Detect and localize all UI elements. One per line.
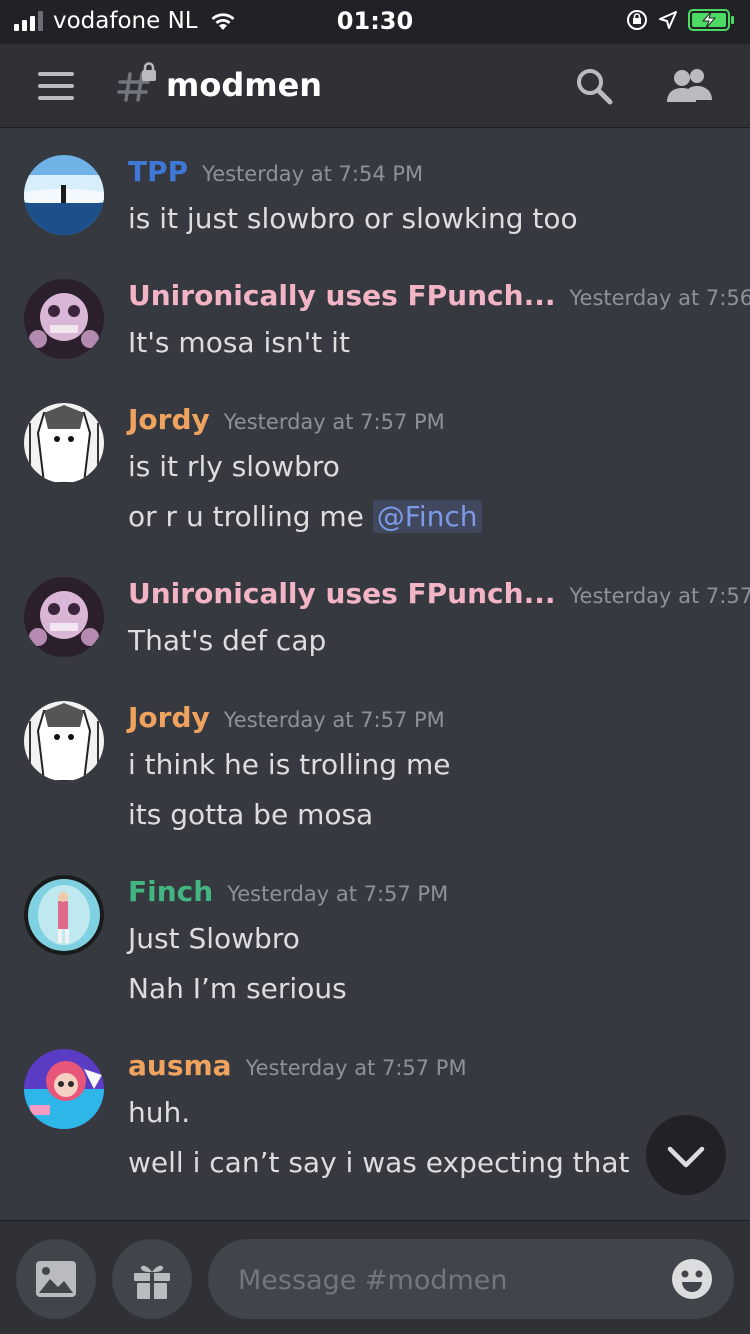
status-right <box>626 8 736 32</box>
message-text: or r u trolling me @Finch <box>128 499 482 535</box>
avatar[interactable] <box>24 577 104 657</box>
location-icon <box>659 11 677 29</box>
user-mention[interactable]: @Finch <box>372 500 482 533</box>
message-header: TPP Yesterday at 7:54 PM <box>128 155 423 195</box>
search-icon[interactable] <box>574 66 614 106</box>
avatar-image <box>24 1049 104 1129</box>
avatar[interactable] <box>24 279 104 359</box>
avatar[interactable] <box>24 403 104 483</box>
message-text: i think he is trolling me <box>128 748 451 781</box>
message-text: well i can’t say i was expecting that <box>128 1146 630 1179</box>
username[interactable]: Finch <box>128 875 213 908</box>
avatar[interactable] <box>24 155 104 235</box>
message-header: Jordy Yesterday at 7:57 PM <box>128 701 445 741</box>
message-text: its gotta be mosa <box>128 798 374 831</box>
status-bar: vodafone NL 01:30 <box>0 0 750 44</box>
avatar[interactable] <box>24 701 104 781</box>
message-text: That's def cap <box>128 624 327 657</box>
message-header: Jordy Yesterday at 7:57 PM <box>128 403 445 443</box>
username[interactable]: ausma <box>128 1049 232 1082</box>
avatar[interactable] <box>24 875 104 955</box>
orientation-lock-icon <box>627 10 647 30</box>
timestamp: Yesterday at 7:57 PM <box>223 410 445 434</box>
username[interactable]: Unironically uses FPunch... <box>128 577 556 610</box>
message-input[interactable] <box>236 1239 660 1321</box>
message-text: is it just slowbro or slowking too <box>128 202 578 235</box>
avatar-image <box>24 155 104 235</box>
message-header: ausma Yesterday at 7:57 PM <box>128 1049 467 1089</box>
message-text: Just Slowbro <box>128 922 300 955</box>
message-text-part: or r u trolling me <box>128 500 373 533</box>
avatar-image <box>24 403 104 483</box>
message-text: Nah I’m serious <box>128 972 347 1005</box>
image-icon <box>36 1261 76 1297</box>
timestamp: Yesterday at 7:57 PM <box>227 882 449 906</box>
message-text: huh. <box>128 1096 191 1129</box>
username[interactable]: Jordy <box>128 701 210 734</box>
avatar-image <box>24 279 104 359</box>
timestamp: Yesterday at 7:54 PM <box>202 162 424 186</box>
avatar-image <box>24 875 104 955</box>
menu-icon[interactable] <box>38 72 74 100</box>
gift-button[interactable] <box>112 1239 192 1319</box>
jump-to-latest-button[interactable] <box>646 1115 726 1195</box>
message-header: Unironically uses FPunch... Yesterday at … <box>128 577 750 617</box>
hash-lock-icon <box>117 62 156 102</box>
message-list[interactable]: TPP Yesterday at 7:54 PM is it just slowb… <box>0 129 750 1219</box>
avatar-image <box>24 701 104 781</box>
attach-image-button[interactable] <box>16 1239 96 1319</box>
message-input-container[interactable] <box>208 1239 734 1321</box>
timestamp: Yesterday at 7:57 PM <box>569 584 750 608</box>
channel-name: modmen <box>166 66 323 104</box>
message-text: is it rly slowbro <box>128 450 340 483</box>
avatar-image <box>24 577 104 657</box>
username[interactable]: Jordy <box>128 403 210 436</box>
timestamp: Yesterday at 7:56 PM <box>569 286 750 310</box>
emoji-icon[interactable] <box>670 1257 714 1301</box>
battery-icon <box>688 9 734 31</box>
composer-bar <box>0 1220 750 1334</box>
message-header: Finch Yesterday at 7:57 PM <box>128 875 448 915</box>
message-header: Unironically uses FPunch... Yesterday at … <box>128 279 750 319</box>
members-icon[interactable] <box>664 66 716 106</box>
timestamp: Yesterday at 7:57 PM <box>245 1056 467 1080</box>
channel-header: modmen <box>0 44 750 128</box>
avatar[interactable] <box>24 1049 104 1129</box>
chevron-down-icon <box>667 1146 705 1168</box>
username[interactable]: TPP <box>128 155 188 188</box>
username[interactable]: Unironically uses FPunch... <box>128 279 556 312</box>
gift-icon <box>134 1265 170 1299</box>
message-text: It's mosa isn't it <box>128 326 350 359</box>
timestamp: Yesterday at 7:57 PM <box>223 708 445 732</box>
